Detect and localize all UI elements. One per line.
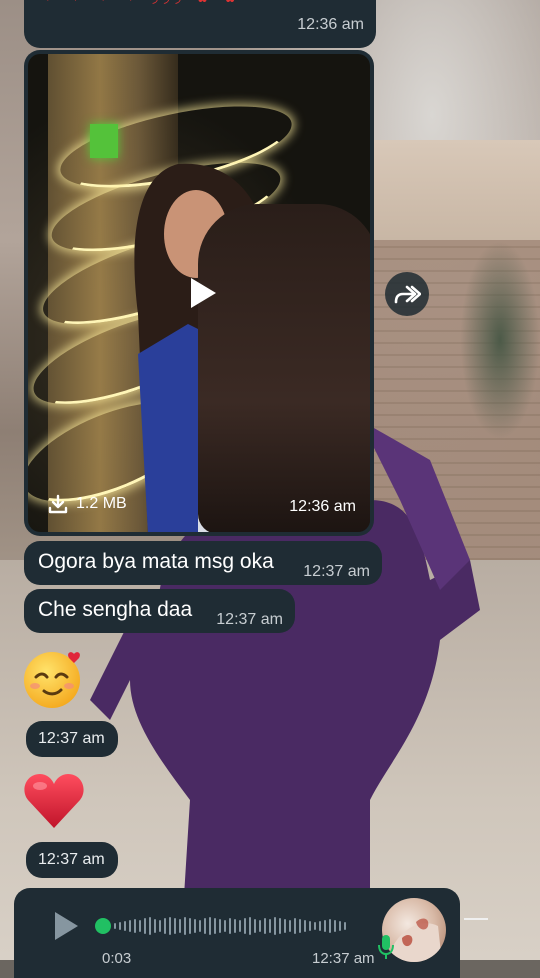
waveform-bar	[264, 918, 266, 934]
message-text: Che sengha daa	[38, 598, 193, 621]
waveform-bar	[119, 922, 121, 930]
voice-duration: 0:03	[102, 950, 132, 967]
waveform-bar	[319, 921, 321, 931]
waveform-bar	[299, 919, 301, 933]
waveform-bar	[204, 918, 206, 934]
waveform-bar	[324, 920, 326, 932]
text-message-bubble[interactable]: Ogora bya mata msg oka 12:37 am	[24, 541, 382, 585]
download-size-label[interactable]: 1.2 MB	[48, 494, 127, 514]
waveform-bar	[279, 918, 281, 934]
smiling-face-with-hearts-emoji[interactable]	[22, 648, 84, 710]
download-icon	[48, 494, 68, 514]
waveform-bar	[144, 918, 146, 934]
waveform-bar	[114, 923, 116, 929]
emoji-message-time: 12:37 am	[26, 842, 118, 878]
divider-line	[464, 918, 488, 920]
message-text: Ogora bya mata msg oka	[38, 550, 274, 573]
mic-icon	[378, 934, 394, 965]
waveform-bar	[344, 922, 346, 930]
message-bubble-emojis[interactable]: ❤ ❤ ❤ ❤ ◞◞◞ ✿ ✿ 12:36 am	[24, 0, 376, 48]
waveform-bar	[189, 918, 191, 934]
emoji-row: ❤ ❤ ❤ ❤ ◞◞◞ ✿ ✿	[42, 0, 242, 4]
video-message-bubble[interactable]: 1.2 MB 12:36 am	[24, 50, 374, 536]
waveform-bar	[219, 919, 221, 933]
text-message-bubble[interactable]: Che sengha daa 12:37 am	[24, 589, 295, 633]
waveform-bar	[239, 920, 241, 932]
waveform-bar	[339, 921, 341, 931]
waveform-bar	[124, 921, 126, 931]
waveform-bar	[309, 921, 311, 931]
play-icon	[55, 912, 78, 940]
waveform-bar	[194, 919, 196, 933]
waveform-bar	[129, 920, 131, 932]
waveform-bar	[199, 920, 201, 932]
waveform-bar	[234, 919, 236, 933]
waveform-bar	[314, 922, 316, 930]
waveform-bar	[174, 918, 176, 934]
waveform-bar	[244, 918, 246, 934]
voice-waveform[interactable]	[114, 914, 376, 938]
file-size: 1.2 MB	[76, 495, 127, 512]
waveform-bar	[274, 917, 276, 935]
voice-play-button[interactable]	[52, 910, 80, 947]
waveform-bar	[284, 919, 286, 933]
waveform-bar	[254, 919, 256, 933]
video-time: 12:36 am	[289, 498, 356, 515]
play-button[interactable]	[178, 268, 228, 318]
voice-message-time: 12:37 am	[312, 950, 375, 967]
waveform-bar	[289, 920, 291, 932]
play-icon	[191, 278, 216, 308]
waveform-bar	[164, 918, 166, 934]
waveform-bar	[154, 919, 156, 933]
waveform-bar	[329, 919, 331, 933]
waveform-bar	[179, 919, 181, 933]
waveform-bar	[159, 920, 161, 932]
waveform-bar	[294, 918, 296, 934]
video-thumbnail[interactable]: 1.2 MB 12:36 am	[28, 54, 370, 532]
voice-message-bubble[interactable]: 0:03 12:37 am	[14, 888, 460, 978]
emoji-message-time: 12:37 am	[26, 721, 118, 757]
forward-button[interactable]	[385, 272, 429, 316]
thumbnail-green-light	[90, 124, 118, 158]
waveform-bar	[224, 920, 226, 932]
red-heart-emoji[interactable]	[22, 770, 86, 834]
message-time: 12:37 am	[216, 611, 283, 628]
waveform-bar	[209, 917, 211, 935]
waveform-bar	[169, 917, 171, 935]
message-time: 12:37 am	[303, 563, 370, 580]
waveform-bar	[249, 917, 251, 935]
waveform-bar	[334, 920, 336, 932]
forward-icon	[394, 285, 421, 304]
waveform-bar	[229, 918, 231, 934]
waveform-bar	[304, 920, 306, 932]
waveform-bar	[139, 920, 141, 932]
waveform-bar	[134, 919, 136, 933]
waveform-bar	[259, 920, 261, 932]
waveform-bar	[149, 917, 151, 935]
waveform-bar	[184, 917, 186, 935]
voice-progress-handle[interactable]	[95, 918, 111, 934]
message-time: 12:36 am	[297, 16, 364, 33]
waveform-bar	[214, 918, 216, 934]
thumbnail-long-hair	[198, 204, 370, 532]
waveform-bar	[269, 919, 271, 933]
